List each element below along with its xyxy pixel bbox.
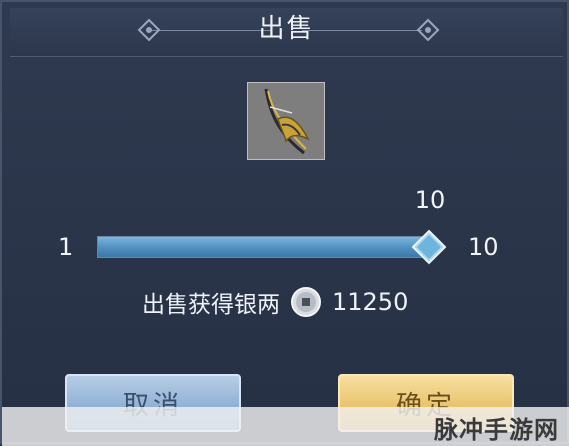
silver-coin-icon xyxy=(291,287,321,317)
dialog-title: 出售 xyxy=(258,14,315,44)
quantity-min-label: 1 xyxy=(58,233,74,261)
sell-dialog: 出售 10 1 10 出售获得银两 11250 取消 确定 脉冲手游网 xyxy=(0,0,569,446)
item-slot[interactable] xyxy=(247,82,325,160)
quantity-max-label: 10 xyxy=(468,233,499,261)
quantity-slider-fill xyxy=(98,237,427,257)
earnings-label: 出售获得银两 xyxy=(142,292,280,318)
quantity-slider[interactable] xyxy=(97,236,428,258)
quantity-slider-thumb[interactable] xyxy=(411,229,447,265)
earnings-row: 出售获得银两 11250 xyxy=(142,285,408,319)
earnings-amount: 11250 xyxy=(332,288,409,316)
selected-quantity: 10 xyxy=(414,186,446,214)
watermark-text: 脉冲手游网 xyxy=(434,416,559,444)
crossbow-weapon-icon xyxy=(264,88,310,155)
